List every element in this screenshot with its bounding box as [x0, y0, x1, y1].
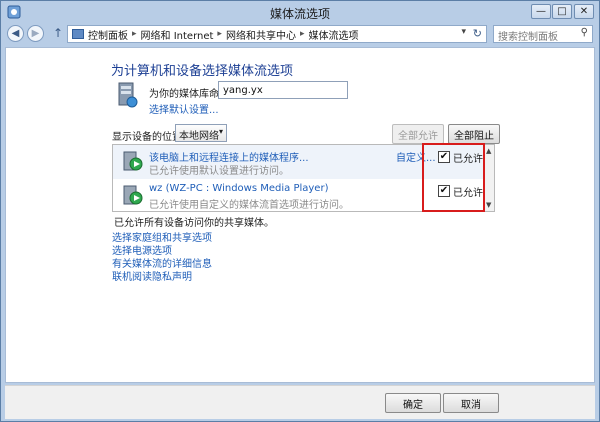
breadcrumb-media-streaming[interactable]: 媒体流选项	[308, 27, 358, 42]
device-description: 已允许使用自定义的媒体流首选项进行访问。	[149, 200, 349, 211]
search-icon[interactable]: ⚲	[581, 27, 588, 38]
breadcrumb-control-panel[interactable]: 控制面板	[88, 27, 128, 42]
title-bar: 媒体流选项 — □ ✕	[1, 1, 599, 23]
search-placeholder: 搜索控制面板	[498, 32, 558, 43]
main-content: 为计算机和设备选择媒体流选项 为你的媒体库命名: 选择默认设置... 显示设备的…	[5, 47, 595, 383]
media-streaming-window: 媒体流选项 — □ ✕ ◀ ▶ ↑ 控制面板 ▸ 网络和 Internet ▸ …	[0, 0, 600, 422]
breadcrumb-separator: ▸	[132, 29, 137, 39]
refresh-icon[interactable]: ↻	[473, 27, 482, 40]
page-title: 为计算机和设备选择媒体流选项	[111, 64, 294, 79]
dialog-footer: 确定 取消	[5, 385, 595, 419]
up-button[interactable]: ↑	[51, 26, 65, 42]
search-input[interactable]: 搜索控制面板 ⚲	[493, 25, 593, 43]
navigation-bar: ◀ ▶ ↑ 控制面板 ▸ 网络和 Internet ▸ 网络和共享中心 ▸ 媒体…	[5, 23, 595, 45]
block-all-button[interactable]: 全部阻止	[448, 124, 500, 144]
breadcrumb-network-sharing-center[interactable]: 网络和共享中心	[226, 27, 296, 42]
breadcrumb-network-internet[interactable]: 网络和 Internet	[141, 27, 214, 42]
device-name-link[interactable]: wz (WZ-PC : Windows Media Player)	[149, 183, 328, 194]
address-dropdown-icon[interactable]: ▾	[461, 27, 466, 37]
location-value: 本地网络	[179, 131, 219, 142]
device-description: 已允许使用默认设置进行访问。	[149, 166, 289, 177]
related-links: 选择家庭组和共享选项 选择电源选项 有关媒体流的详细信息 联机阅读隐私声明	[112, 232, 212, 284]
breadcrumb-separator: ▸	[217, 29, 222, 39]
back-button[interactable]: ◀	[7, 25, 24, 42]
media-library-icon	[118, 82, 138, 108]
location-select[interactable]: 本地网络 ▾	[175, 124, 227, 142]
power-options-link[interactable]: 选择电源选项	[112, 245, 212, 258]
media-player-icon	[123, 151, 143, 171]
allow-summary: 已允许所有设备访问你的共享媒体。	[114, 218, 274, 229]
chevron-down-icon: ▾	[218, 127, 223, 136]
media-streaming-info-link[interactable]: 有关媒体流的详细信息	[112, 258, 212, 271]
library-name-input[interactable]	[218, 81, 348, 99]
media-player-icon	[123, 185, 143, 205]
choose-default-settings-link[interactable]: 选择默认设置...	[149, 101, 219, 116]
device-list-scrollbar[interactable]: ▲ ▼	[484, 145, 494, 211]
minimize-button[interactable]: —	[531, 4, 551, 19]
scroll-up-icon[interactable]: ▲	[486, 147, 491, 155]
homegroup-sharing-link[interactable]: 选择家庭组和共享选项	[112, 232, 212, 245]
maximize-button[interactable]: □	[552, 4, 572, 19]
privacy-statement-link[interactable]: 联机阅读隐私声明	[112, 271, 212, 284]
scroll-down-icon[interactable]: ▼	[486, 201, 491, 209]
address-bar[interactable]: 控制面板 ▸ 网络和 Internet ▸ 网络和共享中心 ▸ 媒体流选项 ▾ …	[67, 25, 487, 43]
forward-button[interactable]: ▶	[27, 25, 44, 42]
control-panel-icon	[72, 29, 84, 39]
allow-all-button[interactable]: 全部允许	[392, 124, 444, 144]
ok-button[interactable]: 确定	[385, 393, 441, 413]
highlight-box	[422, 143, 485, 212]
breadcrumb-separator: ▸	[299, 29, 305, 39]
cancel-button[interactable]: 取消	[443, 393, 499, 413]
close-button[interactable]: ✕	[574, 4, 594, 19]
window-title: 媒体流选项	[269, 7, 330, 21]
